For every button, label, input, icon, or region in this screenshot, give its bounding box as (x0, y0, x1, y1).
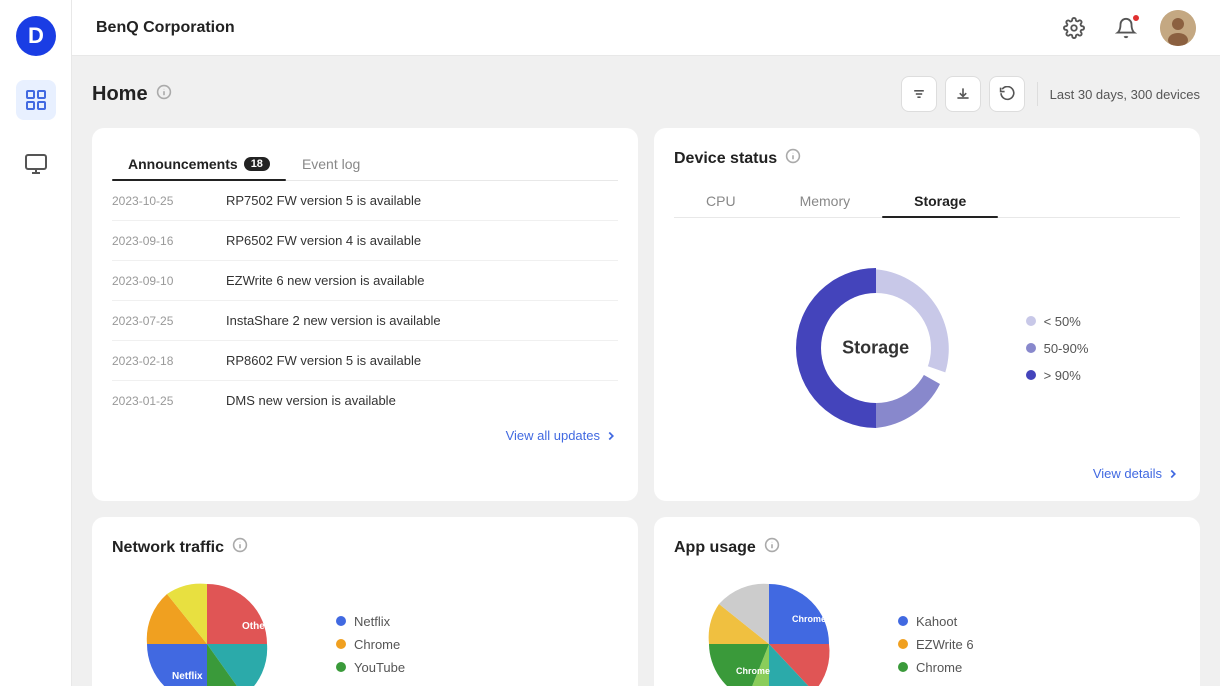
nav-grid-icon[interactable] (16, 80, 56, 120)
network-legend-item: Netflix (336, 614, 405, 629)
announcement-list: 2023-10-25RP7502 FW version 5 is availab… (112, 181, 618, 420)
page-header: Home (92, 76, 1200, 112)
announcement-item: 2023-10-25RP7502 FW version 5 is availab… (112, 181, 618, 221)
device-status-header: Device status (674, 148, 1180, 169)
topbar: BenQ Corporation (72, 0, 1220, 56)
app-usage-legend: Kahoot EZWrite 6 Chrome (898, 614, 974, 675)
page-actions: Last 30 days, 300 devices (901, 76, 1200, 112)
tab-memory[interactable]: Memory (768, 185, 883, 217)
app-usage-card: App usage (654, 517, 1200, 686)
app-logo: D (16, 16, 56, 56)
network-legend-item: YouTube (336, 660, 405, 675)
company-name: BenQ Corporation (96, 19, 235, 37)
page-title: Home (92, 83, 148, 106)
main-area: BenQ Corporation (72, 0, 1220, 686)
topbar-actions (1056, 10, 1196, 46)
app-usage-header: App usage (674, 537, 1180, 558)
view-all-updates[interactable]: View all updates (112, 420, 618, 443)
network-pie-chart: Others Netflix (112, 574, 312, 686)
app-usage-title: App usage (674, 539, 756, 557)
sidebar: D (0, 0, 72, 686)
announcements-card: Announcements 18 Event log 2023-10-25RP7… (92, 128, 638, 501)
notifications-icon[interactable] (1108, 10, 1144, 46)
tab-event-log[interactable]: Event log (286, 148, 376, 180)
app-usage-legend-item: Kahoot (898, 614, 974, 629)
page-title-area: Home (92, 83, 172, 106)
donut-center-label: Storage (842, 338, 909, 359)
app-usage-info-icon[interactable] (764, 537, 780, 558)
announcement-item: 2023-09-16RP6502 FW version 4 is availab… (112, 221, 618, 261)
announcement-item: 2023-09-10EZWrite 6 new version is avail… (112, 261, 618, 301)
svg-text:Chrome: Chrome (736, 666, 770, 676)
actions-divider (1037, 82, 1038, 106)
download-button[interactable] (945, 76, 981, 112)
device-status-card: Device status CPU Memory Storage (654, 128, 1200, 501)
network-traffic-header: Network traffic (112, 537, 618, 558)
network-legend-item: Chrome (336, 637, 405, 652)
svg-text:Others: Others (242, 621, 275, 632)
tab-cpu[interactable]: CPU (674, 185, 768, 217)
legend-item: > 90% (1026, 368, 1089, 383)
settings-icon[interactable] (1056, 10, 1092, 46)
network-traffic-info-icon[interactable] (232, 537, 248, 558)
refresh-button[interactable] (989, 76, 1025, 112)
svg-text:Chrome: Chrome (792, 614, 826, 624)
device-status-title: Device status (674, 150, 777, 168)
announcement-item: 2023-07-25InstaShare 2 new version is av… (112, 301, 618, 341)
storage-legend: < 50% 50-90% > 90% (1026, 314, 1089, 383)
app-usage-legend-item: EZWrite 6 (898, 637, 974, 652)
nav-monitor-icon[interactable] (16, 144, 56, 184)
svg-text:Netflix: Netflix (172, 671, 203, 682)
legend-item: 50-90% (1026, 341, 1089, 356)
tab-storage[interactable]: Storage (882, 185, 998, 217)
network-chart-content: Others Netflix Netflix Chrome YouTube (112, 574, 618, 686)
filter-button[interactable] (901, 76, 937, 112)
view-details-link[interactable]: View details (674, 458, 1180, 481)
network-traffic-title: Network traffic (112, 539, 224, 557)
tab-announcements[interactable]: Announcements 18 (112, 148, 286, 180)
page-content: Home (72, 56, 1220, 686)
app-usage-legend-item: Chrome (898, 660, 974, 675)
page-title-info-icon[interactable] (156, 84, 172, 105)
network-traffic-card: Network traffic (92, 517, 638, 686)
announcement-item: 2023-01-25DMS new version is available (112, 381, 618, 420)
device-status-info-icon[interactable] (785, 148, 801, 169)
announcements-badge: 18 (244, 157, 270, 171)
device-status-tabs: CPU Memory Storage (674, 185, 1180, 218)
svg-text:D: D (28, 23, 44, 48)
app-usage-chart-content: Chrome Chrome Kahoot EZWrite 6 Chrome (674, 574, 1180, 686)
network-legend: Netflix Chrome YouTube (336, 614, 405, 675)
device-status-content: Storage < 50% 50-90% > 90% (674, 238, 1180, 458)
app-usage-pie-chart: Chrome Chrome (674, 574, 874, 686)
announcements-tabs: Announcements 18 Event log (112, 148, 618, 181)
dashboard-grid: Announcements 18 Event log 2023-10-25RP7… (92, 128, 1200, 686)
legend-item: < 50% (1026, 314, 1089, 329)
storage-donut-chart: Storage (766, 238, 986, 458)
avatar[interactable] (1160, 10, 1196, 46)
announcement-item: 2023-02-18RP8602 FW version 5 is availab… (112, 341, 618, 381)
filter-label: Last 30 days, 300 devices (1050, 87, 1200, 102)
